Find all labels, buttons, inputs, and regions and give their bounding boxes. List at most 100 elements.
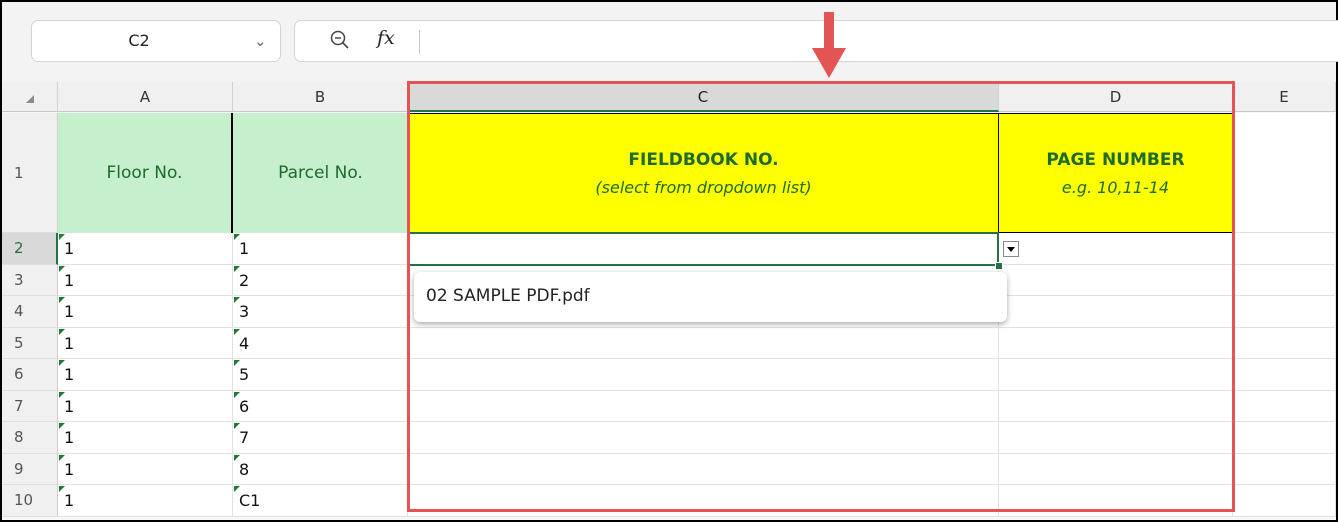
number-as-text-indicator [234,360,240,366]
formula-divider [419,30,420,54]
cell-d6[interactable] [999,359,1233,391]
column-header-c[interactable]: C [408,82,999,112]
cell-b5[interactable]: 4 [233,327,408,359]
cell-b9[interactable]: 8 [233,453,408,485]
cell-a8[interactable]: 1 [58,422,233,454]
row-header-2[interactable]: 2 [2,233,58,265]
cell-b2[interactable]: 1 [233,233,408,265]
floor-no-label: Floor No. [106,163,183,183]
active-cell-border [408,232,999,266]
cell-d10[interactable] [999,485,1233,517]
number-as-text-indicator [234,234,240,240]
cell-d5[interactable] [999,327,1233,359]
number-as-text-indicator [59,297,65,303]
name-box[interactable]: C2 ⌄ [31,20,281,62]
row-header-10[interactable]: 10 [2,485,58,517]
row-header-6[interactable]: 6 [2,359,58,391]
cell-b2-value: 1 [239,239,250,258]
cell-a8-value: 1 [64,428,75,447]
fill-handle[interactable] [995,262,1003,270]
column-header-d[interactable]: D [999,82,1233,112]
cell-e8[interactable] [1233,422,1336,454]
select-all-corner[interactable] [2,82,58,112]
cell-e9[interactable] [1233,453,1336,485]
fieldbook-no-title: FIELDBOOK NO. [628,149,779,170]
column-header-b[interactable]: B [233,82,408,112]
row-header-7[interactable]: 7 [2,390,58,422]
cell-d9[interactable] [999,453,1233,485]
cell-a2[interactable]: 1 [58,233,233,265]
cell-d8[interactable] [999,422,1233,454]
zoom-icon[interactable] [329,29,351,55]
cell-c6[interactable] [408,359,999,391]
cell-b10-value: C1 [239,491,261,510]
cell-e3[interactable] [1233,264,1336,296]
cell-d7[interactable] [999,390,1233,422]
page-number-title: PAGE NUMBER [1046,149,1185,170]
cell-a9[interactable]: 1 [58,453,233,485]
number-as-text-indicator [59,328,65,335]
cell-a6[interactable]: 1 [58,359,233,391]
cell-a2-value: 1 [64,239,75,258]
cell-c8[interactable] [408,422,999,454]
cell-b7[interactable]: 6 [233,390,408,422]
cell-d2[interactable] [999,233,1233,265]
header-cell-parcel-no[interactable]: Parcel No. [233,113,408,233]
chevron-down-icon[interactable]: ⌄ [254,32,267,50]
column-header-e[interactable]: E [1233,82,1336,112]
triangle-down-icon [1007,247,1015,252]
page-number-hint: e.g. 10,11-14 [1061,177,1170,197]
cell-a10[interactable]: 1 [58,485,233,517]
cell-a9-value: 1 [64,459,75,479]
cell-a5[interactable]: 1 [58,327,233,359]
cell-a10-value: 1 [64,491,75,510]
row-header-8[interactable]: 8 [2,422,58,454]
row-header-1[interactable]: 1 [2,113,58,233]
fx-icon[interactable]: fx [377,27,395,49]
cell-e10[interactable] [1233,485,1336,517]
cell-d3[interactable] [999,264,1233,296]
cell-a3-value: 1 [64,270,75,290]
cell-b7-value: 6 [239,396,250,416]
cell-b5-value: 4 [239,333,250,353]
cell-d4[interactable] [999,296,1233,328]
cell-a4[interactable]: 1 [58,296,233,328]
number-as-text-indicator [59,265,65,272]
cell-a7[interactable]: 1 [58,390,233,422]
row-header-3[interactable]: 3 [2,264,58,296]
formula-bar: C2 ⌄ fx [2,2,1338,82]
number-as-text-indicator [234,391,240,398]
cell-b3[interactable]: 2 [233,264,408,296]
cell-b8[interactable]: 7 [233,422,408,454]
name-box-value: C2 [128,31,150,50]
cell-c5[interactable] [408,327,999,359]
cell-e2[interactable] [1233,233,1336,265]
dropdown-arrow-button[interactable] [1003,241,1019,257]
cell-e1[interactable] [1233,113,1336,233]
cell-c10[interactable] [408,485,999,517]
number-as-text-indicator [234,454,240,461]
cell-e5[interactable] [1233,327,1336,359]
cell-e6[interactable] [1233,359,1336,391]
row-header-9[interactable]: 9 [2,453,58,485]
cell-b4[interactable]: 3 [233,296,408,328]
cell-a3[interactable]: 1 [58,264,233,296]
row-header-4[interactable]: 4 [2,296,58,328]
fieldbook-no-hint: (select from dropdown list) [595,177,812,197]
cell-b6[interactable]: 5 [233,359,408,391]
number-as-text-indicator [59,360,65,366]
number-as-text-indicator [59,454,65,461]
cell-b10[interactable]: C1 [233,485,408,517]
header-cell-page-number[interactable]: PAGE NUMBER e.g. 10,11-14 [999,113,1233,233]
column-header-a[interactable]: A [58,82,233,112]
cell-c7[interactable] [408,390,999,422]
cell-e4[interactable] [1233,296,1336,328]
header-cell-floor-no[interactable]: Floor No. [58,113,233,233]
cell-c9[interactable] [408,453,999,485]
cell-e7[interactable] [1233,390,1336,422]
cell-a5-value: 1 [64,333,75,353]
row-header-5[interactable]: 5 [2,327,58,359]
dropdown-option[interactable]: 02 SAMPLE PDF.pdf [426,286,590,306]
cell-b6-value: 5 [239,365,250,384]
header-cell-fieldbook-no[interactable]: FIELDBOOK NO. (select from dropdown list) [408,113,999,233]
